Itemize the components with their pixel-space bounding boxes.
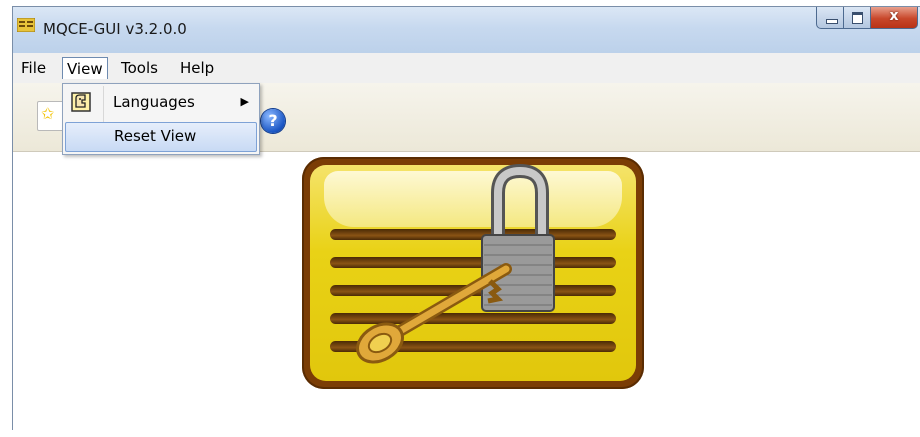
languages-icon [71, 92, 91, 112]
new-icon: ✩ [41, 104, 55, 123]
menu-bar: File View Tools Help [13, 53, 920, 84]
close-icon: x [889, 8, 899, 24]
close-button[interactable]: x [871, 7, 918, 29]
menu-view[interactable]: View [62, 57, 108, 79]
maximize-button[interactable] [844, 7, 871, 29]
help-icon: ? [268, 111, 278, 130]
languages-label: Languages [113, 93, 195, 111]
app-icon [17, 18, 35, 32]
help-button[interactable]: ? [261, 109, 285, 133]
lock-key-logo [302, 157, 644, 389]
submenu-arrow-icon: ▶ [240, 95, 249, 108]
reset-view-label: Reset View [114, 127, 197, 145]
app-window: MQCE-GUI v3.2.0.0 x File View Tools Help… [12, 6, 920, 437]
menu-file[interactable]: File [17, 57, 50, 79]
minimize-button[interactable] [816, 7, 844, 29]
menu-item-languages[interactable]: Languages ▶ [65, 88, 257, 118]
caption-buttons: x [816, 7, 918, 29]
padlock-key-icon [356, 163, 555, 364]
maximize-icon [852, 12, 863, 24]
window-title: MQCE-GUI v3.2.0.0 [43, 20, 187, 38]
title-bar[interactable]: MQCE-GUI v3.2.0.0 x [13, 7, 920, 53]
menu-tools[interactable]: Tools [117, 57, 162, 79]
menu-help[interactable]: Help [176, 57, 218, 79]
minimize-icon [826, 19, 838, 24]
view-menu-dropdown: Languages ▶ Reset View [62, 83, 260, 155]
menu-item-reset-view[interactable]: Reset View [65, 122, 257, 152]
